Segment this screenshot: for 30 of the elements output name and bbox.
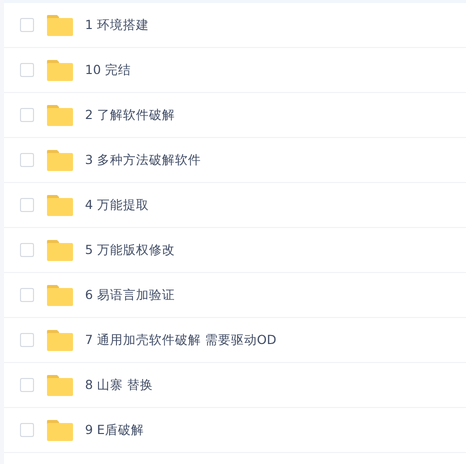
folder-name[interactable]: 7 通用加壳软件破解 需要驱动OD [85,330,276,350]
checkbox[interactable] [20,378,34,392]
checkbox[interactable] [20,153,34,167]
checkbox[interactable] [20,18,34,32]
checkbox[interactable] [20,288,34,302]
checkbox[interactable] [20,198,34,212]
folder-name[interactable]: 10 完结 [85,60,131,80]
folder-icon [47,194,73,216]
folder-icon [47,420,73,440]
checkbox[interactable] [20,63,34,77]
folder-icon [47,104,73,126]
folder-name[interactable]: 5 万能版权修改 [85,240,175,260]
folder-icon [47,284,73,306]
folder-name[interactable]: 2 了解软件破解 [85,106,175,124]
folder-name[interactable]: 1 环境搭建 [85,16,149,34]
checkbox[interactable] [20,243,34,257]
folder-icon [47,330,73,350]
folder-icon [47,14,73,36]
folder-name[interactable]: 8 山寨 替换 [85,376,153,394]
checkbox[interactable] [20,423,34,437]
folder-icon [47,150,73,170]
folder-name[interactable]: 4 万能提取 [85,196,149,214]
checkbox[interactable] [20,108,34,122]
checkbox[interactable] [20,333,34,347]
folder-icon [47,374,73,396]
folder-icon [47,240,73,260]
folder-name[interactable]: 9 E盾破解 [85,420,144,440]
folder-name[interactable]: 6 易语言加验证 [85,286,175,304]
folder-name[interactable]: 3 多种方法破解软件 [85,150,201,170]
folder-icon [47,60,73,80]
